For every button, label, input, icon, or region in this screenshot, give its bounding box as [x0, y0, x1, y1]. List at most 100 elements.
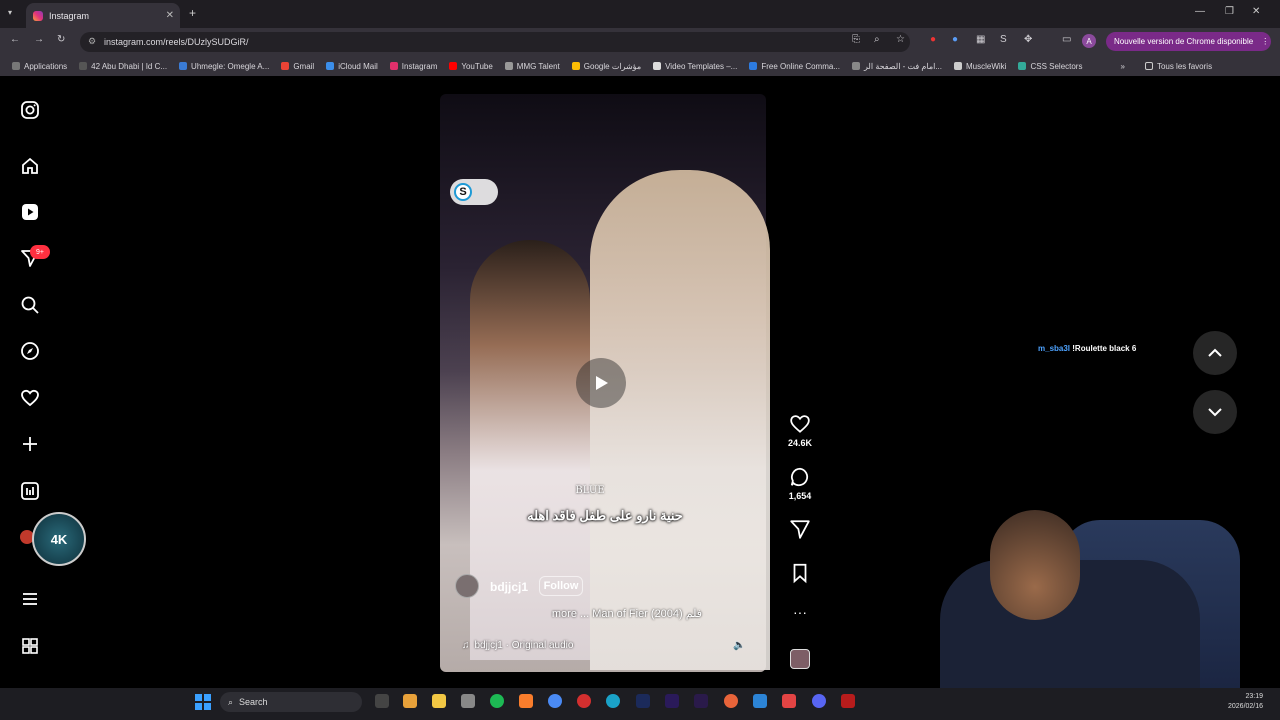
illustrator-icon[interactable] — [403, 694, 417, 708]
update-label: Nouvelle version de Chrome disponible — [1114, 37, 1254, 46]
bookmark-item[interactable]: Applications — [12, 62, 67, 71]
bookmarks-overflow-icon[interactable]: » — [1120, 62, 1124, 71]
author-avatar[interactable] — [455, 574, 479, 598]
chat-text: !Roulette black 6 — [1072, 344, 1137, 353]
bookmark-item[interactable]: YouTube — [449, 62, 493, 71]
extension-icon[interactable]: ● — [930, 34, 936, 45]
bookmark-item[interactable]: Free Online Comma... — [749, 62, 840, 71]
bookmark-item[interactable]: MMG Talent — [504, 61, 560, 71]
reload-icon[interactable]: ↻ — [57, 34, 65, 45]
opera-icon[interactable] — [577, 694, 591, 708]
dashboard-icon[interactable] — [18, 479, 42, 503]
play-button[interactable] — [576, 358, 626, 408]
bookmark-item[interactable]: Google مؤشرات — [571, 62, 641, 71]
comment-icon — [790, 467, 809, 486]
tab-instagram[interactable]: Instagram ✕ — [26, 3, 180, 28]
close-window-icon[interactable]: ✕ — [1252, 6, 1260, 17]
clock-date: 2026/02/16 — [1228, 703, 1264, 710]
install-app-icon[interactable]: ⎘ — [852, 34, 860, 45]
extension-icon[interactable]: ▦ — [976, 34, 985, 45]
settings-icon[interactable] — [461, 694, 475, 708]
minimize-icon[interactable]: — — [1195, 6, 1205, 17]
maximize-icon[interactable]: ❐ — [1225, 6, 1234, 17]
chrome-update-button[interactable]: Nouvelle version de Chrome disponible ⋮ — [1106, 32, 1271, 51]
extension-icon[interactable]: S — [1000, 34, 1007, 45]
premiere-icon[interactable] — [694, 694, 708, 708]
bookmark-item[interactable]: Gmail — [281, 62, 314, 71]
app-icon[interactable] — [753, 694, 767, 708]
comment-button[interactable]: 1,654 — [786, 466, 814, 501]
system-clock[interactable]: 23:19 2026/02/16 — [1228, 692, 1263, 712]
next-reel-button[interactable] — [1193, 390, 1237, 434]
address-bar[interactable]: ⚙ instagram.com/reels/DUzlySUDGiR/ — [80, 32, 910, 52]
audio-row[interactable]: ♫ bdjjcj1 · Original audio — [462, 640, 573, 651]
home-icon[interactable] — [18, 154, 42, 178]
heart-icon[interactable] — [18, 386, 42, 410]
bookmark-item[interactable]: CSS Selectors — [1018, 62, 1082, 71]
tab-list-icon[interactable]: ▾ — [8, 8, 12, 17]
more-apps-icon[interactable] — [18, 634, 42, 658]
file-explorer-icon[interactable] — [432, 694, 446, 708]
sidebar-panel-icon[interactable]: ▭ — [1062, 34, 1071, 45]
bookmark-label: MMG Talent — [516, 61, 560, 71]
audio-label: bdjjcj1 · Original audio — [474, 640, 574, 651]
windows-start-icon[interactable] — [195, 694, 211, 710]
zoom-icon[interactable]: ⌕ — [874, 34, 880, 45]
site-info-icon[interactable]: ⚙ — [88, 36, 96, 47]
search-icon[interactable] — [18, 293, 42, 317]
explore-icon[interactable] — [18, 339, 42, 363]
like-button[interactable]: 24.6K — [786, 413, 814, 448]
create-plus-icon[interactable] — [18, 432, 42, 456]
reel-description[interactable]: more ... Man of Fier (2004) فلم — [458, 607, 702, 620]
bookmark-item[interactable]: MuscleWiki — [954, 62, 1006, 71]
bookmark-label: Video Templates –... — [665, 61, 738, 71]
all-bookmarks-folder[interactable]: Tous les favoris — [1144, 62, 1212, 71]
video-subject-woman — [590, 170, 770, 670]
spotify-icon[interactable] — [490, 694, 504, 708]
reels-icon[interactable] — [18, 200, 42, 224]
extension-icon[interactable]: ● — [952, 34, 958, 45]
menu-icon[interactable] — [18, 587, 42, 611]
extensions-puzzle-icon[interactable]: ✥ — [1024, 34, 1032, 45]
folder-icon — [1144, 62, 1153, 70]
volume-icon[interactable]: 🔈 — [733, 640, 745, 651]
bookmark-item[interactable]: Video Templates –... — [653, 62, 737, 71]
follow-button[interactable]: Follow — [539, 576, 583, 596]
share-icon — [790, 520, 810, 539]
bookmark-icon — [793, 563, 807, 584]
bookmark-item[interactable]: 42 Abu Dhabi | Id C... — [79, 62, 167, 71]
bookmark-label: Gmail — [293, 61, 315, 71]
profile-avatar[interactable]: A — [1082, 34, 1096, 48]
favicon-icon — [653, 62, 662, 70]
app-icon[interactable] — [782, 694, 796, 708]
bookmark-item[interactable]: Uhmegle: Omegle A... — [179, 62, 269, 71]
audio-thumbnail[interactable] — [790, 649, 810, 669]
bookmark-item[interactable]: امام فت - الصفحة الر... — [852, 62, 942, 71]
app-icon[interactable] — [841, 694, 855, 708]
instagram-logo-icon[interactable] — [18, 98, 42, 122]
photoshop-icon[interactable] — [636, 694, 650, 708]
taskbar-search[interactable]: ⌕ Search — [220, 692, 362, 712]
back-icon[interactable]: ← — [10, 34, 20, 45]
chevron-up-icon — [1208, 348, 1222, 357]
more-options-icon[interactable]: ··· — [786, 604, 814, 620]
share-button[interactable] — [786, 518, 814, 540]
apps-icon — [12, 62, 20, 70]
firefox-icon[interactable] — [724, 694, 738, 708]
close-tab-icon[interactable]: ✕ — [166, 10, 174, 21]
chrome-icon[interactable] — [548, 694, 562, 708]
brave-icon[interactable] — [519, 694, 533, 708]
new-tab-icon[interactable]: + — [189, 6, 196, 20]
edge-icon[interactable] — [606, 694, 620, 708]
discord-icon[interactable] — [812, 694, 826, 708]
bookmark-item[interactable]: iCloud Mail — [326, 62, 378, 71]
save-button[interactable] — [786, 562, 814, 584]
author-name[interactable]: bdjjcj1 — [490, 580, 528, 594]
youtube-icon — [449, 62, 458, 70]
forward-icon[interactable]: → — [34, 34, 44, 45]
previous-reel-button[interactable] — [1193, 331, 1237, 375]
task-view-icon[interactable] — [375, 694, 389, 708]
after-effects-icon[interactable] — [665, 694, 679, 708]
bookmark-item[interactable]: Instagram — [389, 62, 437, 71]
bookmark-star-icon[interactable]: ☆ — [896, 34, 905, 45]
